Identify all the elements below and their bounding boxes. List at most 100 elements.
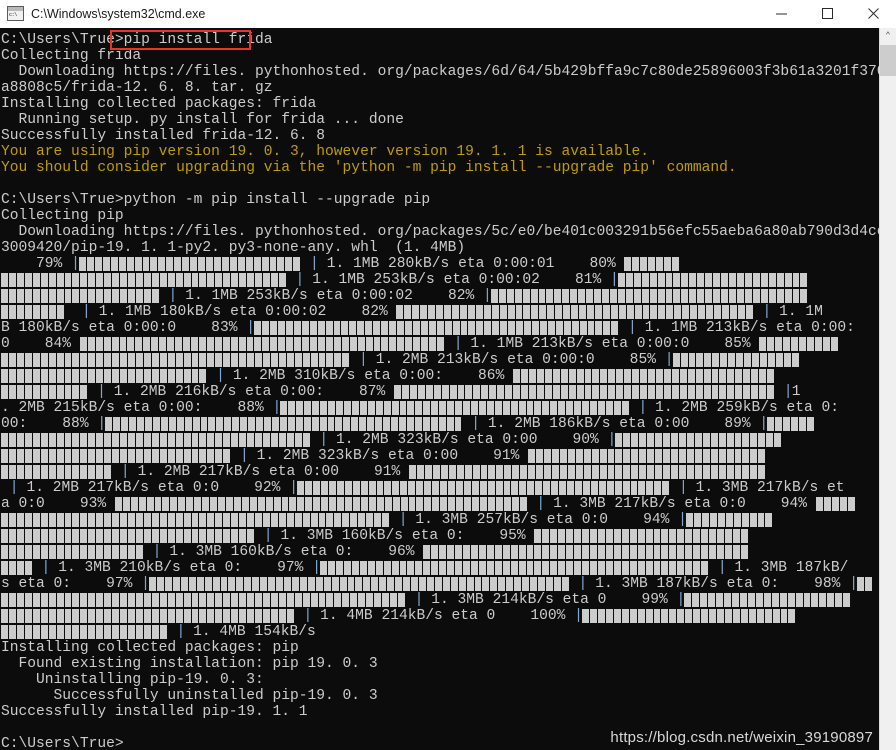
progress-block (56, 609, 65, 623)
progress-block (64, 353, 73, 367)
progress-block (56, 273, 65, 287)
progress-block (186, 497, 195, 511)
scrollbar-track[interactable] (880, 76, 896, 750)
progress-block (146, 497, 155, 511)
progress-block (241, 497, 250, 511)
progress-block (96, 465, 105, 479)
progress-block (16, 305, 25, 319)
progress-block (137, 417, 145, 431)
progress-block (1, 305, 9, 319)
progress-block (559, 465, 568, 479)
progress-block (159, 449, 168, 463)
progress-block (120, 433, 128, 447)
progress-block (574, 545, 583, 559)
console-output[interactable]: C:\Users\True>pip install frida Collectin… (0, 28, 879, 750)
progress-block (759, 369, 768, 383)
progress-block (613, 401, 622, 415)
progress-block (284, 577, 292, 591)
progress-block (79, 257, 87, 271)
scrollbar-thumb[interactable] (880, 45, 896, 76)
progress-block (865, 577, 873, 591)
progress-block-group (1, 608, 295, 624)
output-line: Downloading https://files. pythonhosted.… (18, 224, 880, 240)
progress-block (439, 401, 448, 415)
progress-block (288, 401, 297, 415)
progress-block (623, 465, 632, 479)
progress-block (121, 417, 130, 431)
progress-block (262, 321, 271, 335)
progress-block (857, 577, 866, 591)
progress-block (464, 497, 473, 511)
progress-block (474, 577, 483, 591)
progress-block (655, 449, 664, 463)
progress-block (389, 321, 398, 335)
progress-block (143, 529, 152, 543)
progress-status-text: 1. 3MB 187kB/s eta 0: 98% (586, 576, 850, 592)
progress-separator-icon: | (359, 352, 368, 368)
progress-block (199, 593, 208, 607)
progress-block (254, 337, 263, 351)
progress-block (159, 273, 168, 287)
progress-block (1, 561, 9, 575)
progress-block (281, 497, 290, 511)
progress-block (615, 465, 624, 479)
progress-block (16, 353, 25, 367)
progress-block (32, 529, 41, 543)
progress-block (522, 289, 531, 303)
progress-status-text (301, 256, 310, 272)
output-line: Downloading https://files. pythonhosted.… (18, 64, 880, 80)
progress-block (538, 577, 546, 591)
progress-block (661, 529, 670, 543)
progress-block (104, 433, 113, 447)
progress-block (80, 433, 89, 447)
progress-separator-icon: | (717, 560, 727, 576)
progress-block-group (1, 352, 351, 368)
progress-block (56, 529, 65, 543)
close-button[interactable] (850, 0, 896, 27)
progress-block (268, 577, 277, 591)
progress-separator-icon: | (246, 320, 255, 336)
progress-block (326, 593, 335, 607)
progress-block (740, 545, 749, 559)
progress-block (404, 321, 413, 335)
progress-block (223, 433, 232, 447)
progress-block (151, 449, 160, 463)
progress-block (159, 625, 168, 639)
progress-block (703, 385, 712, 399)
progress-block (231, 593, 240, 607)
progress-block (518, 561, 527, 575)
progress-block (698, 305, 707, 319)
progress-block (318, 593, 327, 607)
progress-block (325, 321, 334, 335)
progress-block (143, 513, 152, 527)
progress-block (582, 609, 590, 623)
progress-separator-icon: | (607, 432, 617, 448)
minimize-button[interactable] (758, 0, 804, 27)
progress-block (40, 449, 49, 463)
maximize-button[interactable] (804, 0, 850, 27)
progress-block (176, 417, 185, 431)
progress-block (814, 337, 823, 351)
progress-block (470, 401, 479, 415)
progress-block (639, 433, 648, 447)
progress-block (120, 545, 128, 559)
scroll-up-arrow-icon[interactable]: ⌃ (880, 28, 896, 45)
progress-block (472, 497, 480, 511)
progress-block (455, 561, 463, 575)
progress-bar-line: 79% | | 1. 1MB 280kB/s eta 0:00:01 80% (0, 256, 879, 272)
progress-block (632, 257, 641, 271)
progress-block (182, 257, 191, 271)
progress-block (213, 257, 222, 271)
progress-block (787, 593, 796, 607)
progress-block (703, 369, 712, 383)
progress-block (586, 289, 595, 303)
progress-block (645, 545, 654, 559)
progress-block (96, 513, 105, 527)
progress-block (335, 417, 344, 431)
progress-block (496, 465, 505, 479)
vertical-scrollbar[interactable]: ⌃ (879, 28, 896, 750)
progress-block (544, 369, 553, 383)
progress-block (558, 401, 567, 415)
progress-block (671, 465, 679, 479)
progress-block (570, 289, 579, 303)
